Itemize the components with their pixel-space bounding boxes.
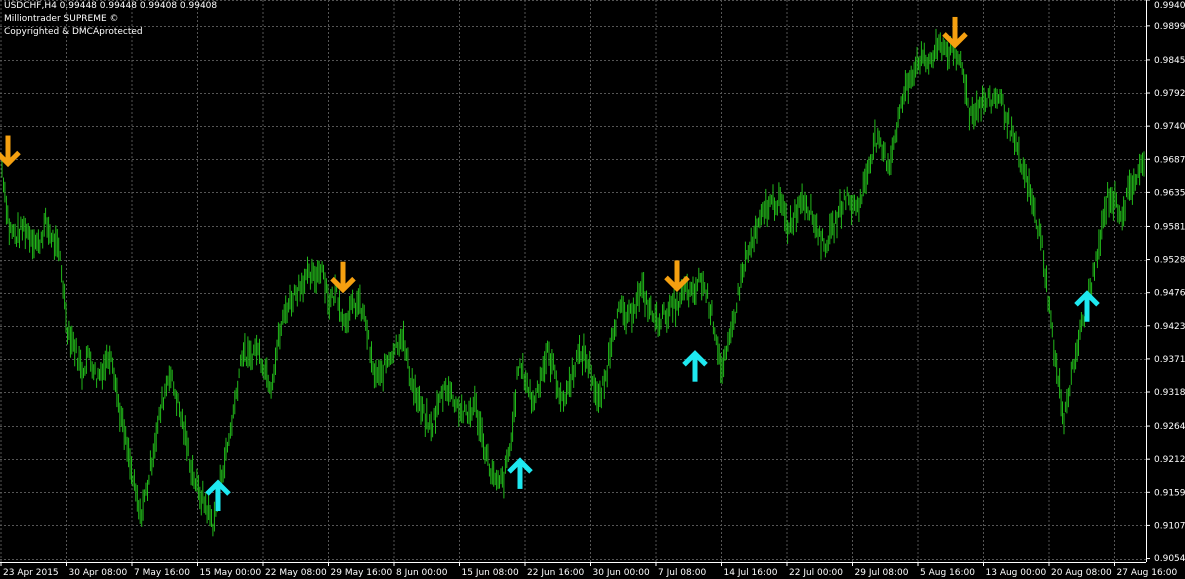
time-tick-label: 30 Jun 00:00: [593, 568, 650, 578]
price-tick-label: 0.95810: [1154, 222, 1185, 232]
time-tick-label: 7 Jul 08:00: [658, 568, 707, 578]
price-tick-label: 0.93185: [1154, 388, 1185, 398]
price-tick-label: 0.98990: [1154, 22, 1185, 32]
symbol-info: USDCHF,H4 0.99448 0.99448 0.99408 0.9940…: [4, 1, 218, 11]
time-tick-label: 14 Jul 16:00: [724, 568, 778, 578]
time-tick-label: 29 May 16:00: [331, 568, 393, 578]
price-tick-label: 0.95285: [1154, 256, 1185, 266]
price-tick-label: 0.91070: [1154, 521, 1185, 531]
price-tick-label: 0.97925: [1154, 89, 1185, 99]
price-chart: 0.99400 0.98990 0.98450 0.97925 0.97400 0.968…: [0, 0, 1185, 579]
time-tick-label: 8 Jun 00:00: [396, 568, 448, 578]
price-tick-label: 0.94235: [1154, 322, 1185, 332]
price-tick-label: 0.91595: [1154, 488, 1185, 498]
time-tick-label: 22 Jun 16:00: [527, 568, 584, 578]
time-tick-label: 22 Jul 00:00: [789, 568, 843, 578]
price-tick-label: 0.93710: [1154, 355, 1185, 365]
price-tick-label: 0.96875: [1154, 155, 1185, 165]
indicator-name: Milliontrader SUPREME ©: [4, 14, 119, 24]
time-tick-label: 29 Jul 08:00: [855, 568, 909, 578]
time-tick-label: 15 May 00:00: [200, 568, 262, 578]
time-tick-label: 27 Aug 16:00: [1117, 568, 1178, 578]
price-tick-label: 0.96350: [1154, 188, 1185, 198]
price-tick-label: 0.99400: [1154, 1, 1185, 11]
price-tick-label: 0.97400: [1154, 122, 1185, 132]
price-tick-label: 0.90545: [1154, 554, 1185, 564]
time-tick-label: 5 Aug 16:00: [920, 568, 975, 578]
price-tick-label: 0.92120: [1154, 455, 1185, 465]
price-tick-label: 0.98450: [1154, 56, 1185, 66]
time-tick-label: 23 Apr 2015: [3, 568, 59, 578]
time-tick-label: 22 May 08:00: [265, 568, 327, 578]
price-tick-label: 0.94760: [1154, 289, 1185, 299]
time-tick-label: 30 Apr 08:00: [69, 568, 128, 578]
time-tick-label: 7 May 16:00: [134, 568, 190, 578]
time-tick-label: 15 Jun 08:00: [462, 568, 519, 578]
price-tick-label: 0.92645: [1154, 422, 1185, 432]
time-tick-label: 20 Aug 08:00: [1051, 568, 1112, 578]
time-tick-label: 13 Aug 00:00: [986, 568, 1047, 578]
copyright-label: Copyrighted & DMCAprotected: [4, 27, 143, 37]
